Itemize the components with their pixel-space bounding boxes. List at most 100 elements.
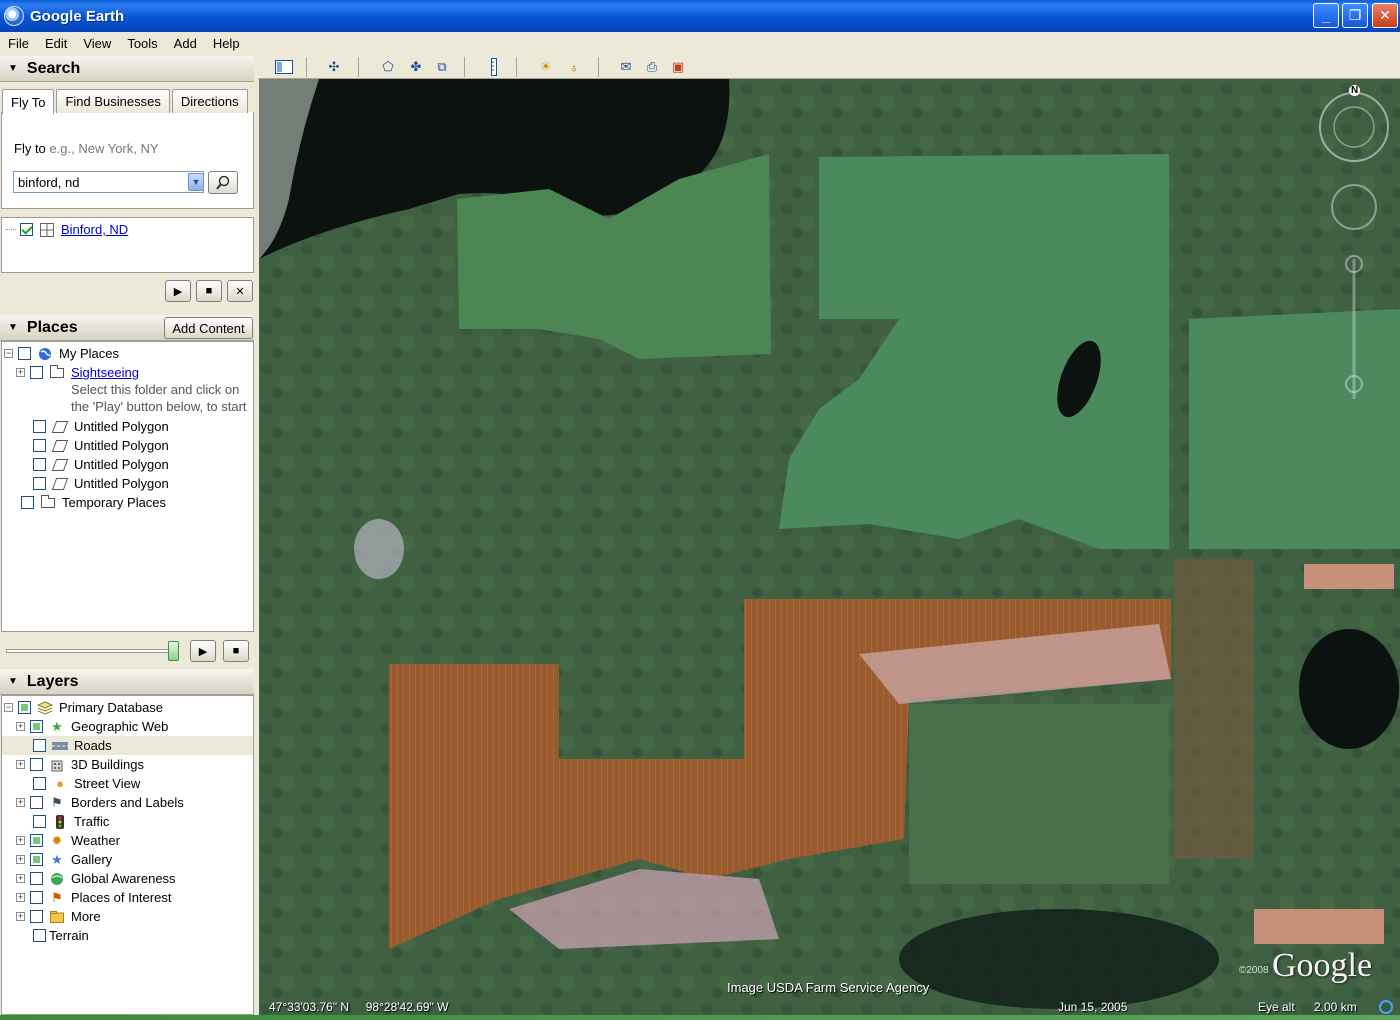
tab-fly-to[interactable]: Fly To <box>2 89 55 114</box>
toggle-sidebar-icon[interactable] <box>274 57 294 77</box>
add-placemark-icon[interactable]: ✣ <box>324 57 344 77</box>
checkbox[interactable] <box>30 891 43 904</box>
checkbox[interactable] <box>30 872 43 885</box>
checkbox[interactable] <box>30 853 43 866</box>
places-stop-button[interactable]: ■ <box>223 640 249 662</box>
print-icon[interactable]: ⎙ <box>642 57 662 77</box>
tree-item-my-places[interactable]: − My Places <box>4 344 119 363</box>
fly-to-input[interactable] <box>13 171 204 193</box>
layer-gallery[interactable]: + ★ Gallery <box>16 850 112 869</box>
checkbox[interactable] <box>30 834 43 847</box>
checkbox[interactable] <box>21 496 34 509</box>
sky-planet-icon[interactable]: ♁ <box>564 57 584 77</box>
layer-traffic[interactable]: Traffic <box>33 812 109 831</box>
menu-view[interactable]: View <box>83 36 111 51</box>
expand-expander-icon[interactable]: + <box>16 722 25 731</box>
expand-expander-icon[interactable]: + <box>16 798 25 807</box>
tour-speed-slider-track[interactable] <box>6 649 176 653</box>
layer-terrain[interactable]: Terrain <box>33 926 89 945</box>
menu-help[interactable]: Help <box>213 36 240 51</box>
tree-link-sightseeing[interactable]: Sightseeing <box>71 365 139 380</box>
search-play-button[interactable]: ▶ <box>165 280 191 302</box>
layer-places-of-interest[interactable]: + ⚑ Places of Interest <box>16 888 171 907</box>
add-polygon-icon[interactable]: ⬠ <box>378 57 398 77</box>
checkbox[interactable] <box>30 758 43 771</box>
satellite-imagery <box>259 79 1400 1015</box>
email-icon[interactable]: ✉ <box>616 57 636 77</box>
maximize-button[interactable]: ❐ <box>1342 3 1368 28</box>
layer-borders-labels[interactable]: + ⚑ Borders and Labels <box>16 793 184 812</box>
checkbox[interactable] <box>18 347 31 360</box>
collapse-expander-icon[interactable]: − <box>4 349 13 358</box>
expand-expander-icon[interactable]: + <box>16 912 25 921</box>
tab-find-businesses[interactable]: Find Businesses <box>56 89 170 113</box>
layer-roads[interactable]: Roads <box>2 736 253 755</box>
checkbox[interactable] <box>33 458 46 471</box>
checkbox[interactable] <box>30 910 43 923</box>
layer-primary-database[interactable]: − Primary Database <box>4 698 163 717</box>
view-in-maps-icon[interactable]: ▣ <box>668 57 688 77</box>
layer-geographic-web[interactable]: + ★ Geographic Web <box>16 717 168 736</box>
search-results-list: Binford, ND <box>1 217 254 273</box>
checkbox[interactable] <box>33 777 46 790</box>
search-clear-button[interactable]: ✕ <box>227 280 253 302</box>
add-path-icon[interactable]: ✤ <box>406 57 426 77</box>
checkbox[interactable] <box>30 366 43 379</box>
checkbox[interactable] <box>18 701 31 714</box>
database-layers-icon <box>37 700 53 715</box>
layers-panel-header[interactable]: ▼ Layers <box>0 669 254 695</box>
result-link-binford[interactable]: Binford, ND <box>61 222 128 237</box>
tree-item-polygon[interactable]: Untitled Polygon <box>33 436 169 455</box>
search-button[interactable] <box>208 171 238 194</box>
expand-expander-icon[interactable]: + <box>16 368 25 377</box>
layer-more[interactable]: + More <box>16 907 101 926</box>
folder-icon <box>40 494 56 510</box>
layer-3d-buildings[interactable]: + 3D Buildings <box>16 755 144 774</box>
tree-label: Untitled Polygon <box>74 438 169 453</box>
expand-expander-icon[interactable]: + <box>16 836 25 845</box>
checkbox[interactable] <box>33 420 46 433</box>
checkbox[interactable] <box>33 815 46 828</box>
result-checkbox[interactable] <box>20 223 33 236</box>
search-panel-header[interactable]: ▼ Search <box>0 56 254 82</box>
tree-item-polygon[interactable]: Untitled Polygon <box>33 474 169 493</box>
add-image-overlay-icon[interactable]: ⧉ <box>432 57 452 77</box>
checkbox[interactable] <box>33 439 46 452</box>
checkbox[interactable] <box>33 477 46 490</box>
layer-street-view[interactable]: ● Street View <box>33 774 140 793</box>
checkbox[interactable] <box>30 720 43 733</box>
fly-to-hint: e.g., New York, NY <box>49 141 159 156</box>
map-view-3d[interactable]: N ©2008 Google Image USDA Farm Service A… <box>259 79 1400 1015</box>
menu-file[interactable]: File <box>8 36 29 51</box>
sunlight-icon[interactable]: ☀ <box>536 57 556 77</box>
collapse-expander-icon[interactable]: − <box>4 703 13 712</box>
minimize-button[interactable]: _ <box>1313 3 1339 28</box>
tree-item-temporary-places[interactable]: Temporary Places <box>21 493 166 512</box>
menu-add[interactable]: Add <box>174 36 197 51</box>
tour-speed-slider-handle[interactable] <box>168 641 179 661</box>
checkbox[interactable] <box>33 929 46 942</box>
layer-weather[interactable]: + ✹ Weather <box>16 831 120 850</box>
add-content-button[interactable]: Add Content <box>164 317 253 339</box>
expand-expander-icon[interactable]: + <box>16 893 25 902</box>
checkbox[interactable] <box>33 739 46 752</box>
expand-expander-icon[interactable]: + <box>16 760 25 769</box>
title-bar: Google Earth _ ❐ ✕ <box>0 0 1400 32</box>
expand-expander-icon[interactable]: + <box>16 855 25 864</box>
menu-edit[interactable]: Edit <box>45 36 67 51</box>
history-dropdown-chevron-down-icon[interactable]: ▼ <box>188 173 204 191</box>
tab-directions[interactable]: Directions <box>171 89 248 113</box>
menu-tools[interactable]: Tools <box>127 36 157 51</box>
search-stop-button[interactable]: ■ <box>196 280 222 302</box>
expand-expander-icon[interactable]: + <box>16 874 25 883</box>
ruler-icon[interactable] <box>484 57 504 77</box>
google-earth-app-icon <box>4 6 24 26</box>
close-window-button[interactable]: ✕ <box>1372 3 1398 28</box>
search-result-item[interactable]: Binford, ND <box>6 220 128 239</box>
layer-global-awareness[interactable]: + Global Awareness <box>16 869 176 888</box>
places-play-button[interactable]: ▶ <box>190 640 216 662</box>
tree-item-polygon[interactable]: Untitled Polygon <box>33 455 169 474</box>
search-header-label: Search <box>26 59 81 77</box>
checkbox[interactable] <box>30 796 43 809</box>
tree-item-polygon[interactable]: Untitled Polygon <box>33 417 169 436</box>
